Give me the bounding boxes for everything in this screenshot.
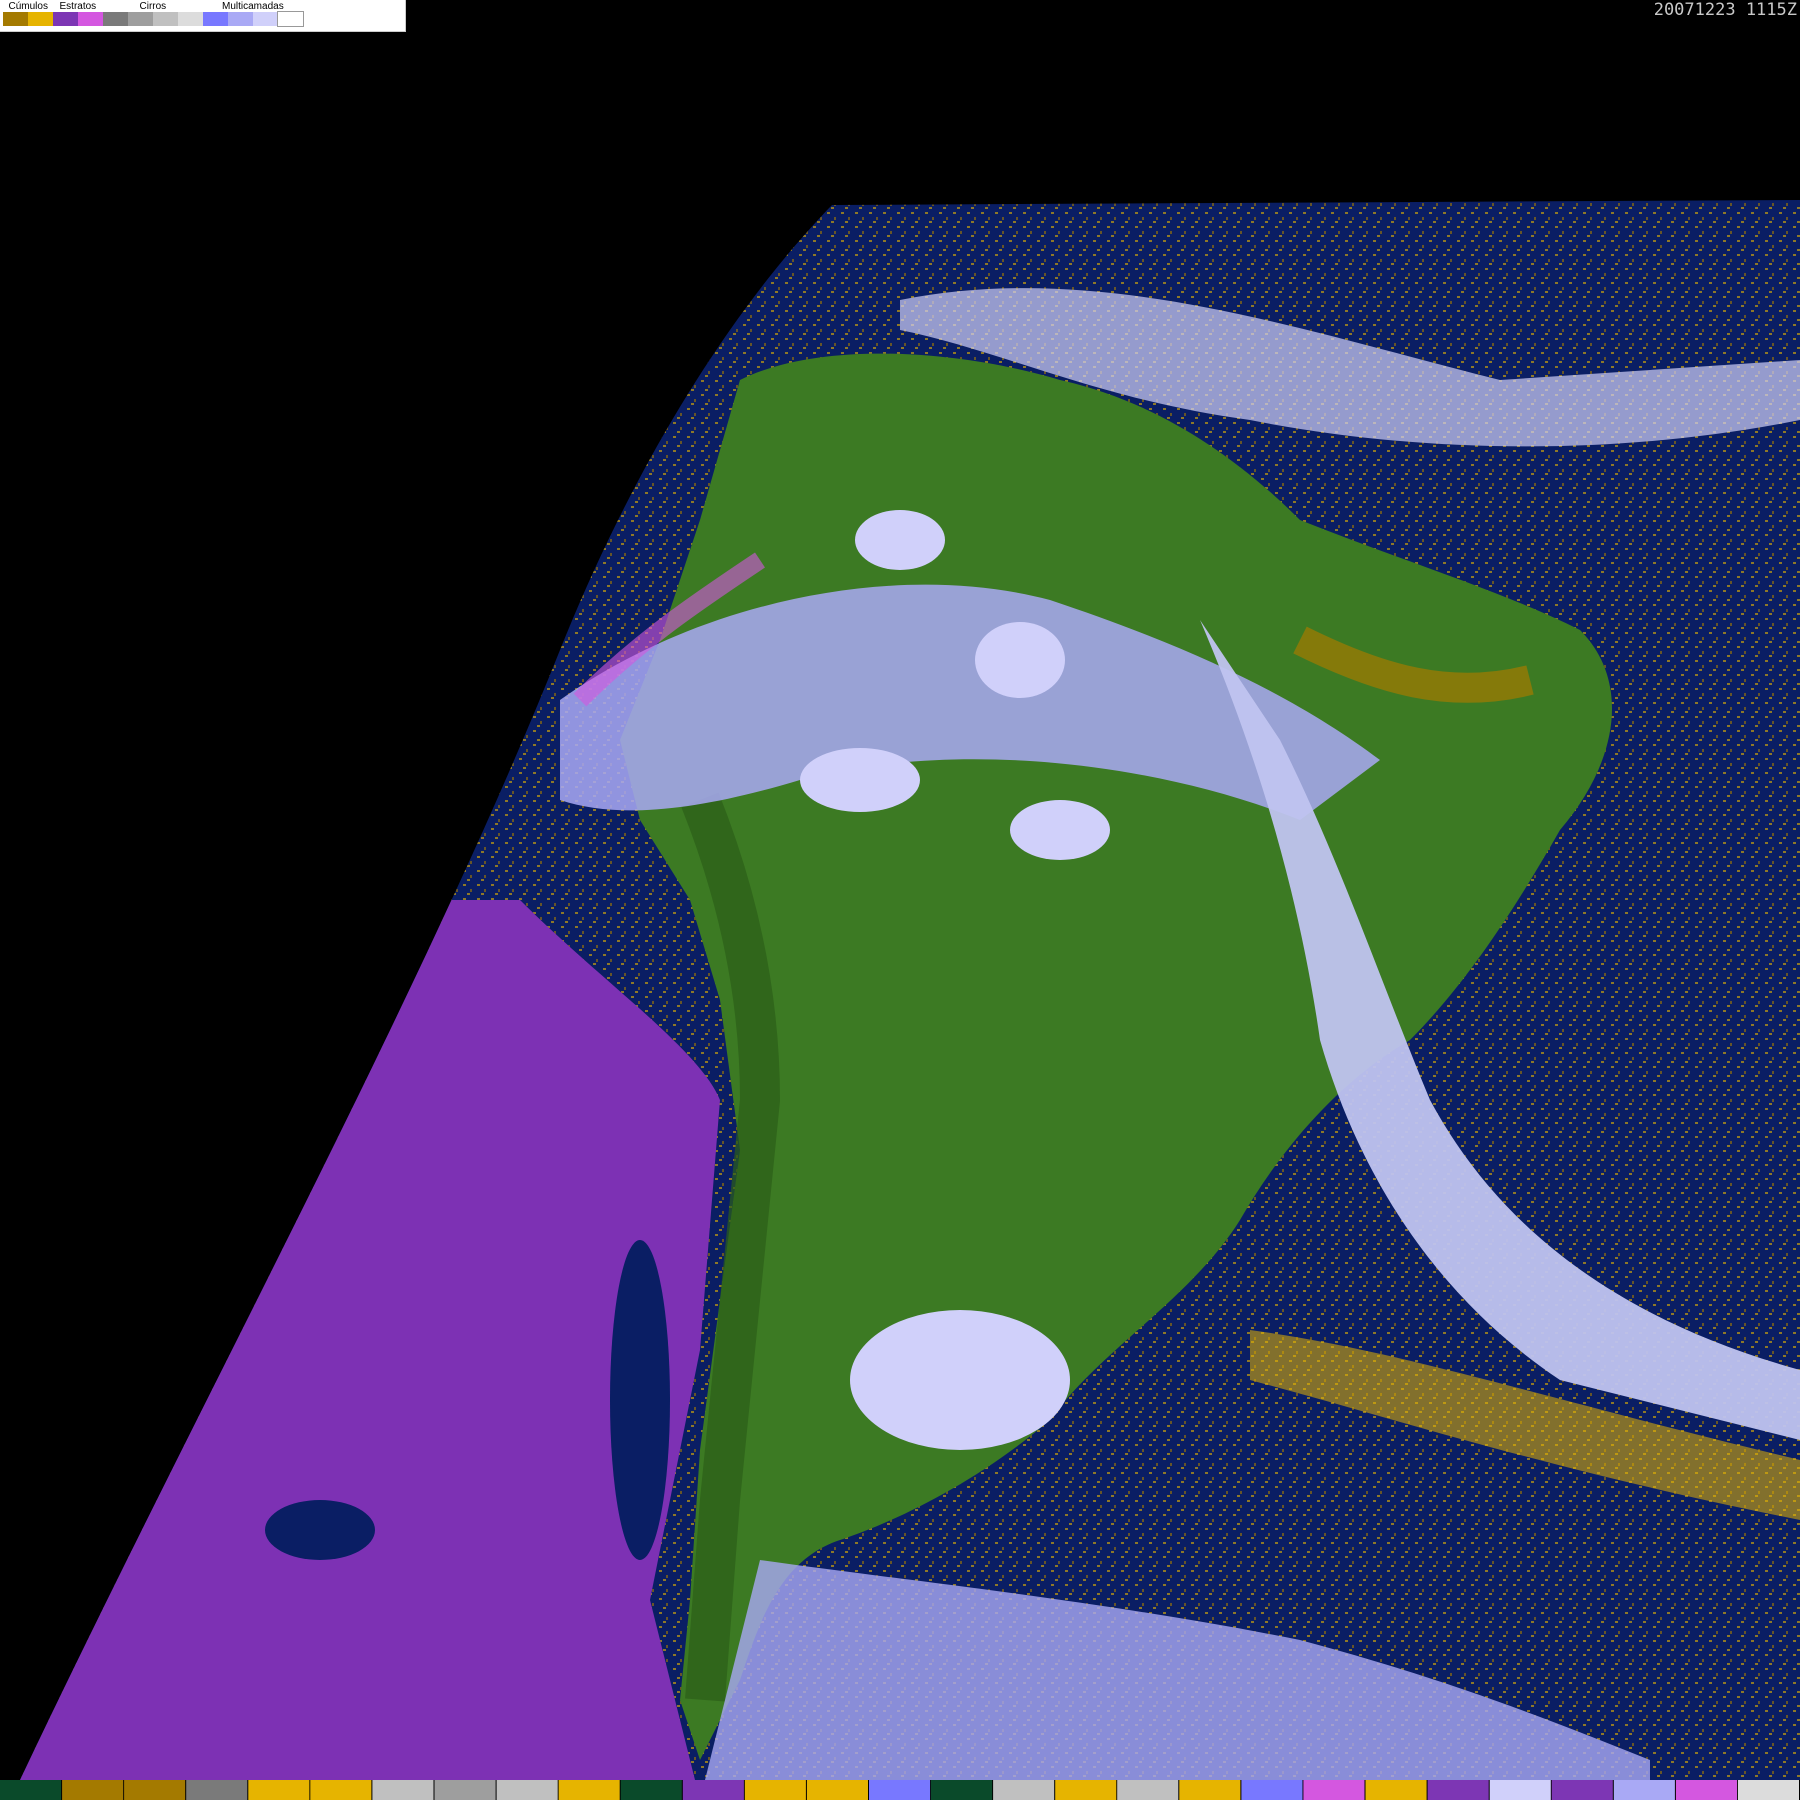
strip-cell xyxy=(931,1780,993,1800)
satellite-cloud-classification-map xyxy=(0,0,1800,1800)
strip-cell xyxy=(1489,1780,1551,1800)
legend-swatch xyxy=(203,12,228,26)
cloud-type-legend: Cúmulos Estratos Cirros Multicamadas xyxy=(0,0,406,32)
legend-swatch xyxy=(28,12,53,26)
legend-swatch xyxy=(178,12,203,26)
strip-cell xyxy=(1675,1780,1737,1800)
legend-swatch xyxy=(253,12,278,26)
legend-group-label: Estratos xyxy=(59,1,97,12)
strip-cell xyxy=(744,1780,806,1800)
strip-cell xyxy=(620,1780,682,1800)
strip-cell xyxy=(124,1780,186,1800)
strip-cell xyxy=(434,1780,496,1800)
strip-cell xyxy=(1241,1780,1303,1800)
legend-swatch xyxy=(103,12,128,26)
strip-cell xyxy=(1117,1780,1179,1800)
legend-group-label: Cúmulos xyxy=(8,1,48,12)
strip-cell xyxy=(558,1780,620,1800)
strip-cell xyxy=(496,1780,558,1800)
southern-brazil-cloud-cluster xyxy=(850,1310,1070,1450)
legend-swatch xyxy=(153,12,178,26)
strip-cell xyxy=(62,1780,124,1800)
strip-cell xyxy=(310,1780,372,1800)
legend-group-label: Multicamadas xyxy=(222,1,284,12)
strip-cell xyxy=(682,1780,744,1800)
legend-swatch xyxy=(128,12,153,26)
strip-cell xyxy=(869,1780,931,1800)
strip-cell xyxy=(1179,1780,1241,1800)
strip-cell xyxy=(0,1780,62,1800)
strip-cell xyxy=(1303,1780,1365,1800)
legend-swatch xyxy=(277,11,304,27)
strip-cell xyxy=(1365,1780,1427,1800)
image-timestamp: 20071223 1115Z xyxy=(1653,0,1797,20)
strip-cell xyxy=(1427,1780,1489,1800)
strip-cell xyxy=(806,1780,868,1800)
strip-cell xyxy=(372,1780,434,1800)
pacific-clear-patch xyxy=(610,1240,670,1560)
strip-cell xyxy=(1613,1780,1675,1800)
strip-cell xyxy=(1737,1780,1799,1800)
legend-swatch xyxy=(78,12,103,26)
bottom-color-strip xyxy=(0,1780,1799,1800)
strip-cell xyxy=(1055,1780,1117,1800)
legend-group-label: Cirros xyxy=(139,1,167,12)
strip-cell xyxy=(1551,1780,1613,1800)
strip-cell xyxy=(993,1780,1055,1800)
legend-swatch xyxy=(53,12,78,26)
strip-cell xyxy=(186,1780,248,1800)
strip-cell xyxy=(248,1780,310,1800)
legend-swatch xyxy=(228,12,253,26)
legend-swatch xyxy=(3,12,28,26)
